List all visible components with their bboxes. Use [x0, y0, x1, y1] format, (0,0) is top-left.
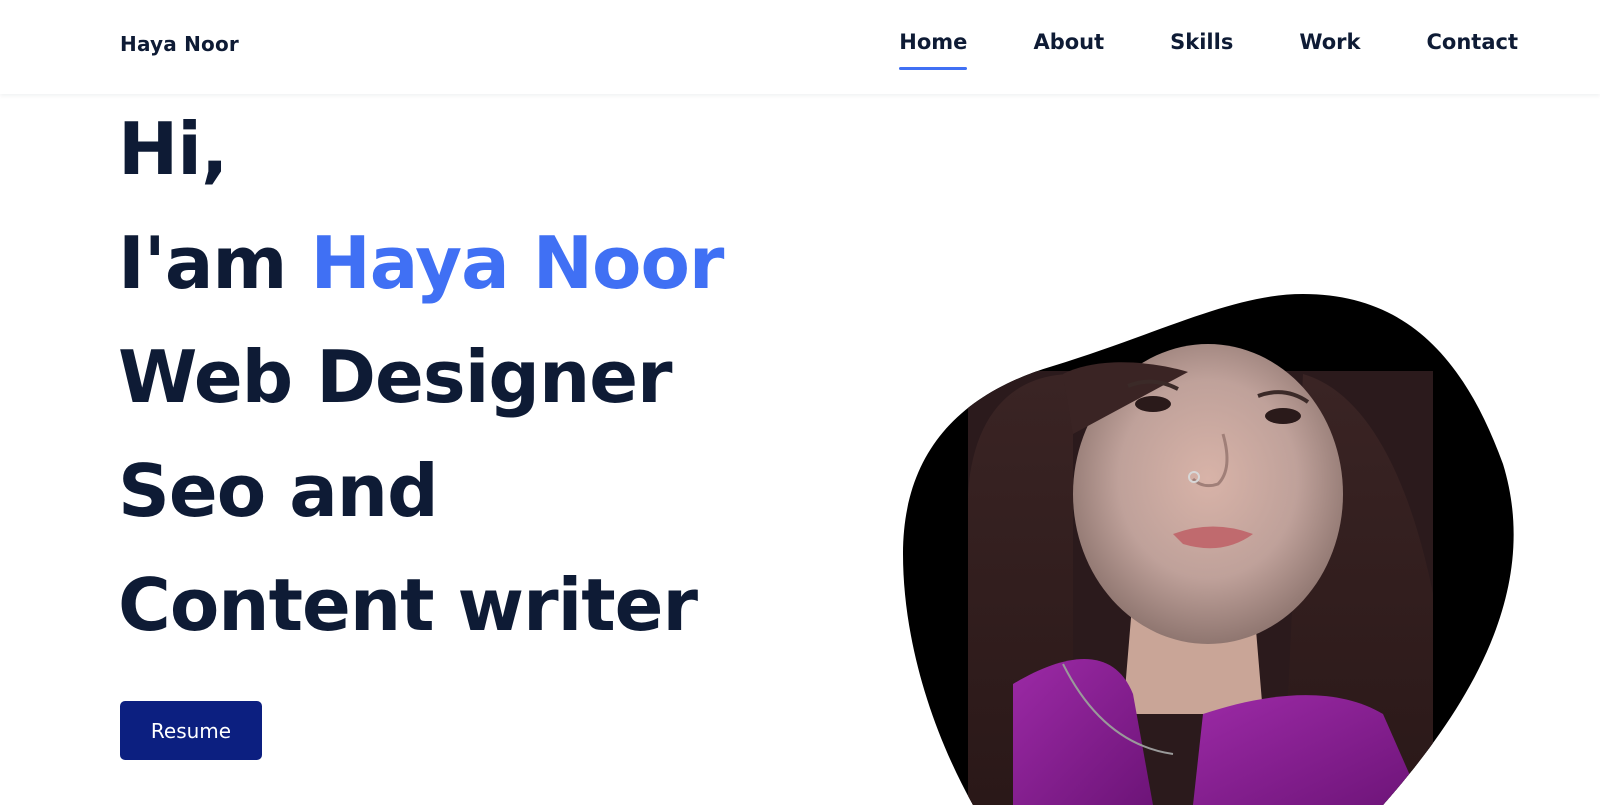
portrait-photo — [903, 294, 1514, 805]
nav-link-skills[interactable]: Skills — [1170, 30, 1233, 54]
hero-intro-line: I'am Haya Noor — [118, 206, 725, 320]
hero-role-seo: Seo and — [118, 449, 439, 533]
nav-item-about: About — [1033, 30, 1104, 54]
nav-link-contact[interactable]: Contact — [1427, 30, 1519, 54]
hero-role-web-designer: Web Designer — [118, 335, 673, 419]
nav-item-skills: Skills — [1170, 30, 1233, 54]
logo-link[interactable]: Haya Noor — [120, 32, 239, 56]
resume-button[interactable]: Resume — [120, 701, 262, 760]
nav-item-work: Work — [1299, 30, 1360, 54]
hero-greeting: Hi, — [118, 107, 228, 191]
hero-name: Haya Noor — [310, 221, 725, 305]
nav-item-home: Home — [899, 30, 968, 70]
hero-role-content-writer: Content writer — [118, 563, 698, 647]
nav-link-about[interactable]: About — [1033, 30, 1104, 54]
hero-intro-prefix: I'am — [118, 221, 311, 305]
nav-item-contact: Contact — [1427, 30, 1519, 54]
hero-heading: Hi, I'am Haya Noor Web Designer Seo and … — [118, 92, 725, 662]
portrait-container — [903, 294, 1518, 805]
main-nav: Home About Skills Work Contact — [833, 30, 1519, 70]
nav-link-work[interactable]: Work — [1299, 30, 1360, 54]
nav-link-home[interactable]: Home — [899, 30, 968, 70]
site-header: Haya Noor Home About Skills Work Contact — [0, 0, 1600, 94]
